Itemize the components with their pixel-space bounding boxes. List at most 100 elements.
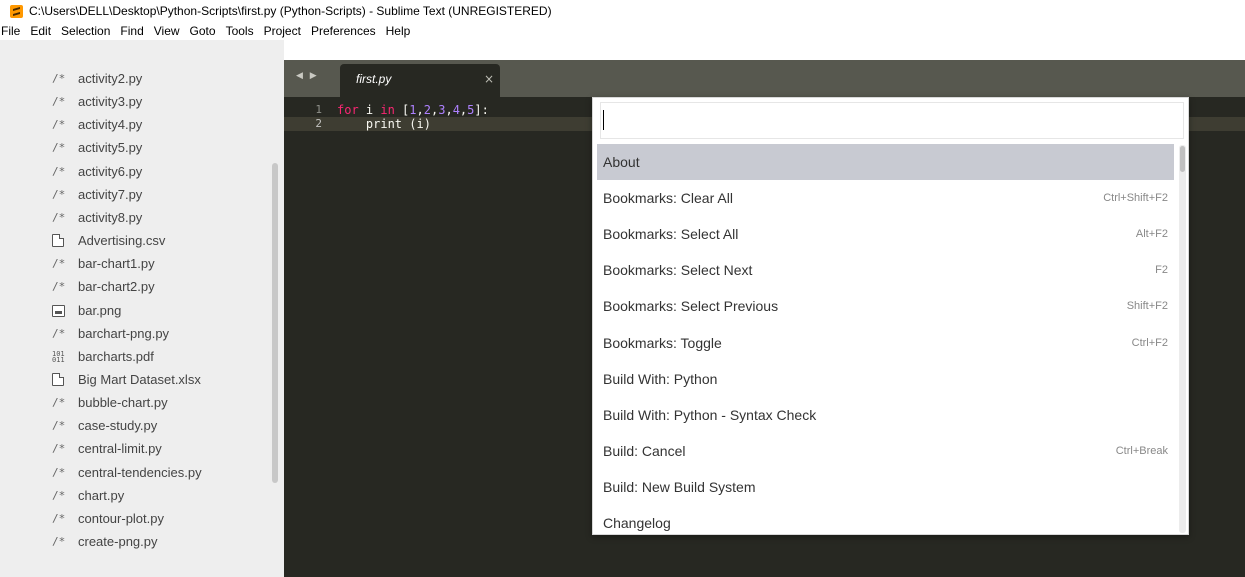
command-item[interactable]: Build With: Python: [597, 361, 1174, 397]
code-number: 2: [423, 103, 431, 117]
menu-preferences[interactable]: Preferences: [306, 24, 381, 38]
file-item[interactable]: Big Mart Dataset.xlsx: [0, 368, 270, 391]
menu-help[interactable]: Help: [381, 24, 416, 38]
file-item[interactable]: Advertising.csv: [0, 229, 270, 252]
file-name: central-tendencies.py: [78, 465, 202, 480]
code-file-icon: /*: [52, 141, 66, 154]
code-file-icon: /*: [52, 466, 66, 479]
document-file-icon: [52, 234, 78, 247]
image-file-icon: [52, 304, 78, 317]
menu-project[interactable]: Project: [259, 24, 306, 38]
code-file-icon: /*: [52, 118, 66, 131]
file-name: barchart-png.py: [78, 326, 170, 341]
code-keyword: in: [380, 103, 395, 117]
title-bar: C:\Users\DELL\Desktop\Python-Scripts\fir…: [0, 0, 1245, 22]
file-name: activity4.py: [78, 117, 143, 132]
code-line-1[interactable]: for i in [1,2,3,4,5]:: [337, 103, 489, 117]
menu-tools[interactable]: Tools: [221, 24, 259, 38]
file-item[interactable]: /* activity5.py: [0, 136, 270, 159]
code-file-icon: /*: [52, 535, 66, 548]
code-function: print: [365, 117, 403, 131]
code-file-icon: /*: [52, 489, 66, 502]
command-item[interactable]: Changelog: [597, 505, 1174, 531]
file-name: bar.png: [78, 303, 122, 318]
document-icon-shape: [52, 234, 64, 247]
file-name: activity2.py: [78, 71, 143, 86]
code-file-icon: /*: [52, 257, 66, 270]
file-item[interactable]: /* contour-plot.py: [0, 507, 270, 530]
command-label: Build: Cancel: [603, 443, 686, 459]
file-name: activity5.py: [78, 140, 143, 155]
code-comma: ,: [445, 103, 453, 117]
code-comma: ,: [416, 103, 424, 117]
command-shortcut: Ctrl+Break: [1115, 445, 1168, 457]
code-file-icon: /*: [52, 72, 66, 85]
command-item[interactable]: Build: Cancel Ctrl+Break: [597, 433, 1174, 469]
file-item[interactable]: /* create-png.py: [0, 530, 270, 553]
file-item[interactable]: /* activity3.py: [0, 90, 270, 113]
command-label: Bookmarks: Select All: [603, 226, 739, 242]
code-file-icon: /*: [52, 280, 66, 293]
code-text: ]:: [474, 103, 489, 117]
window-title: C:\Users\DELL\Desktop\Python-Scripts\fir…: [29, 4, 552, 18]
code-file-icon: /*: [52, 327, 66, 340]
menu-goto[interactable]: Goto: [185, 24, 221, 38]
file-name: bar-chart2.py: [78, 279, 155, 294]
code-number: 1: [409, 103, 417, 117]
file-item[interactable]: /* central-limit.py: [0, 437, 270, 460]
binary-file-icon: 101 011: [52, 350, 78, 363]
file-item[interactable]: /* activity8.py: [0, 206, 270, 229]
command-shortcut: F2: [1155, 264, 1168, 276]
file-item[interactable]: /* activity2.py: [0, 67, 270, 90]
command-item[interactable]: Bookmarks: Toggle Ctrl+F2: [597, 325, 1174, 361]
file-item[interactable]: /* bubble-chart.py: [0, 391, 270, 414]
command-item[interactable]: Build: New Build System: [597, 469, 1174, 505]
command-item[interactable]: Build With: Python - Syntax Check: [597, 397, 1174, 433]
file-item[interactable]: /* barchart-png.py: [0, 322, 270, 345]
tab-label[interactable]: first.py: [356, 72, 391, 86]
code-number: 4: [452, 103, 460, 117]
file-item[interactable]: /* activity6.py: [0, 160, 270, 183]
image-icon-shape: [52, 304, 65, 317]
menu-file[interactable]: File: [0, 24, 25, 38]
command-palette-input[interactable]: [600, 102, 1184, 139]
file-item[interactable]: /* chart.py: [0, 484, 270, 507]
file-name: create-png.py: [78, 534, 158, 549]
file-name: bubble-chart.py: [78, 395, 168, 410]
file-item[interactable]: /* activity4.py: [0, 113, 270, 136]
menu-edit[interactable]: Edit: [25, 24, 56, 38]
file-item[interactable]: bar.png: [0, 299, 270, 322]
code-file-icon: /*: [52, 95, 66, 108]
command-item[interactable]: Bookmarks: Clear All Ctrl+Shift+F2: [597, 180, 1174, 216]
menu-find[interactable]: Find: [115, 24, 148, 38]
command-item[interactable]: Bookmarks: Select Previous Shift+F2: [597, 288, 1174, 324]
sublime-app-icon: [10, 4, 23, 18]
file-item[interactable]: /* activity7.py: [0, 183, 270, 206]
code-text: i: [358, 103, 381, 117]
code-file-icon: /*: [52, 396, 66, 409]
file-name: bar-chart1.py: [78, 256, 155, 271]
sidebar-scrollbar[interactable]: [272, 163, 278, 483]
file-item[interactable]: /* case-study.py: [0, 414, 270, 437]
command-item[interactable]: Bookmarks: Select Next F2: [597, 252, 1174, 288]
file-name: central-limit.py: [78, 441, 162, 456]
file-item[interactable]: /* bar-chart2.py: [0, 275, 270, 298]
palette-scrollbar-thumb[interactable]: [1180, 146, 1185, 172]
file-name: contour-plot.py: [78, 511, 164, 526]
sidebar-header-strip: [0, 40, 284, 60]
code-line-2[interactable]: print (i): [337, 117, 431, 131]
tab-navigation-arrows-icon[interactable]: ◀ ▶: [296, 71, 319, 81]
file-name: activity8.py: [78, 210, 143, 225]
command-label: Build With: Python - Syntax Check: [603, 407, 817, 423]
menu-selection[interactable]: Selection: [56, 24, 115, 38]
command-item[interactable]: About: [597, 144, 1174, 180]
command-item[interactable]: Bookmarks: Select All Alt+F2: [597, 216, 1174, 252]
tab-close-icon[interactable]: ×: [484, 72, 494, 86]
file-item[interactable]: /* bar-chart1.py: [0, 252, 270, 275]
palette-scrollbar-track[interactable]: [1179, 145, 1186, 533]
file-item[interactable]: 101 011 barcharts.pdf: [0, 345, 270, 368]
menu-view[interactable]: View: [149, 24, 185, 38]
document-icon-shape: [52, 373, 64, 386]
code-text: [: [394, 103, 410, 117]
file-item[interactable]: /* central-tendencies.py: [0, 461, 270, 484]
